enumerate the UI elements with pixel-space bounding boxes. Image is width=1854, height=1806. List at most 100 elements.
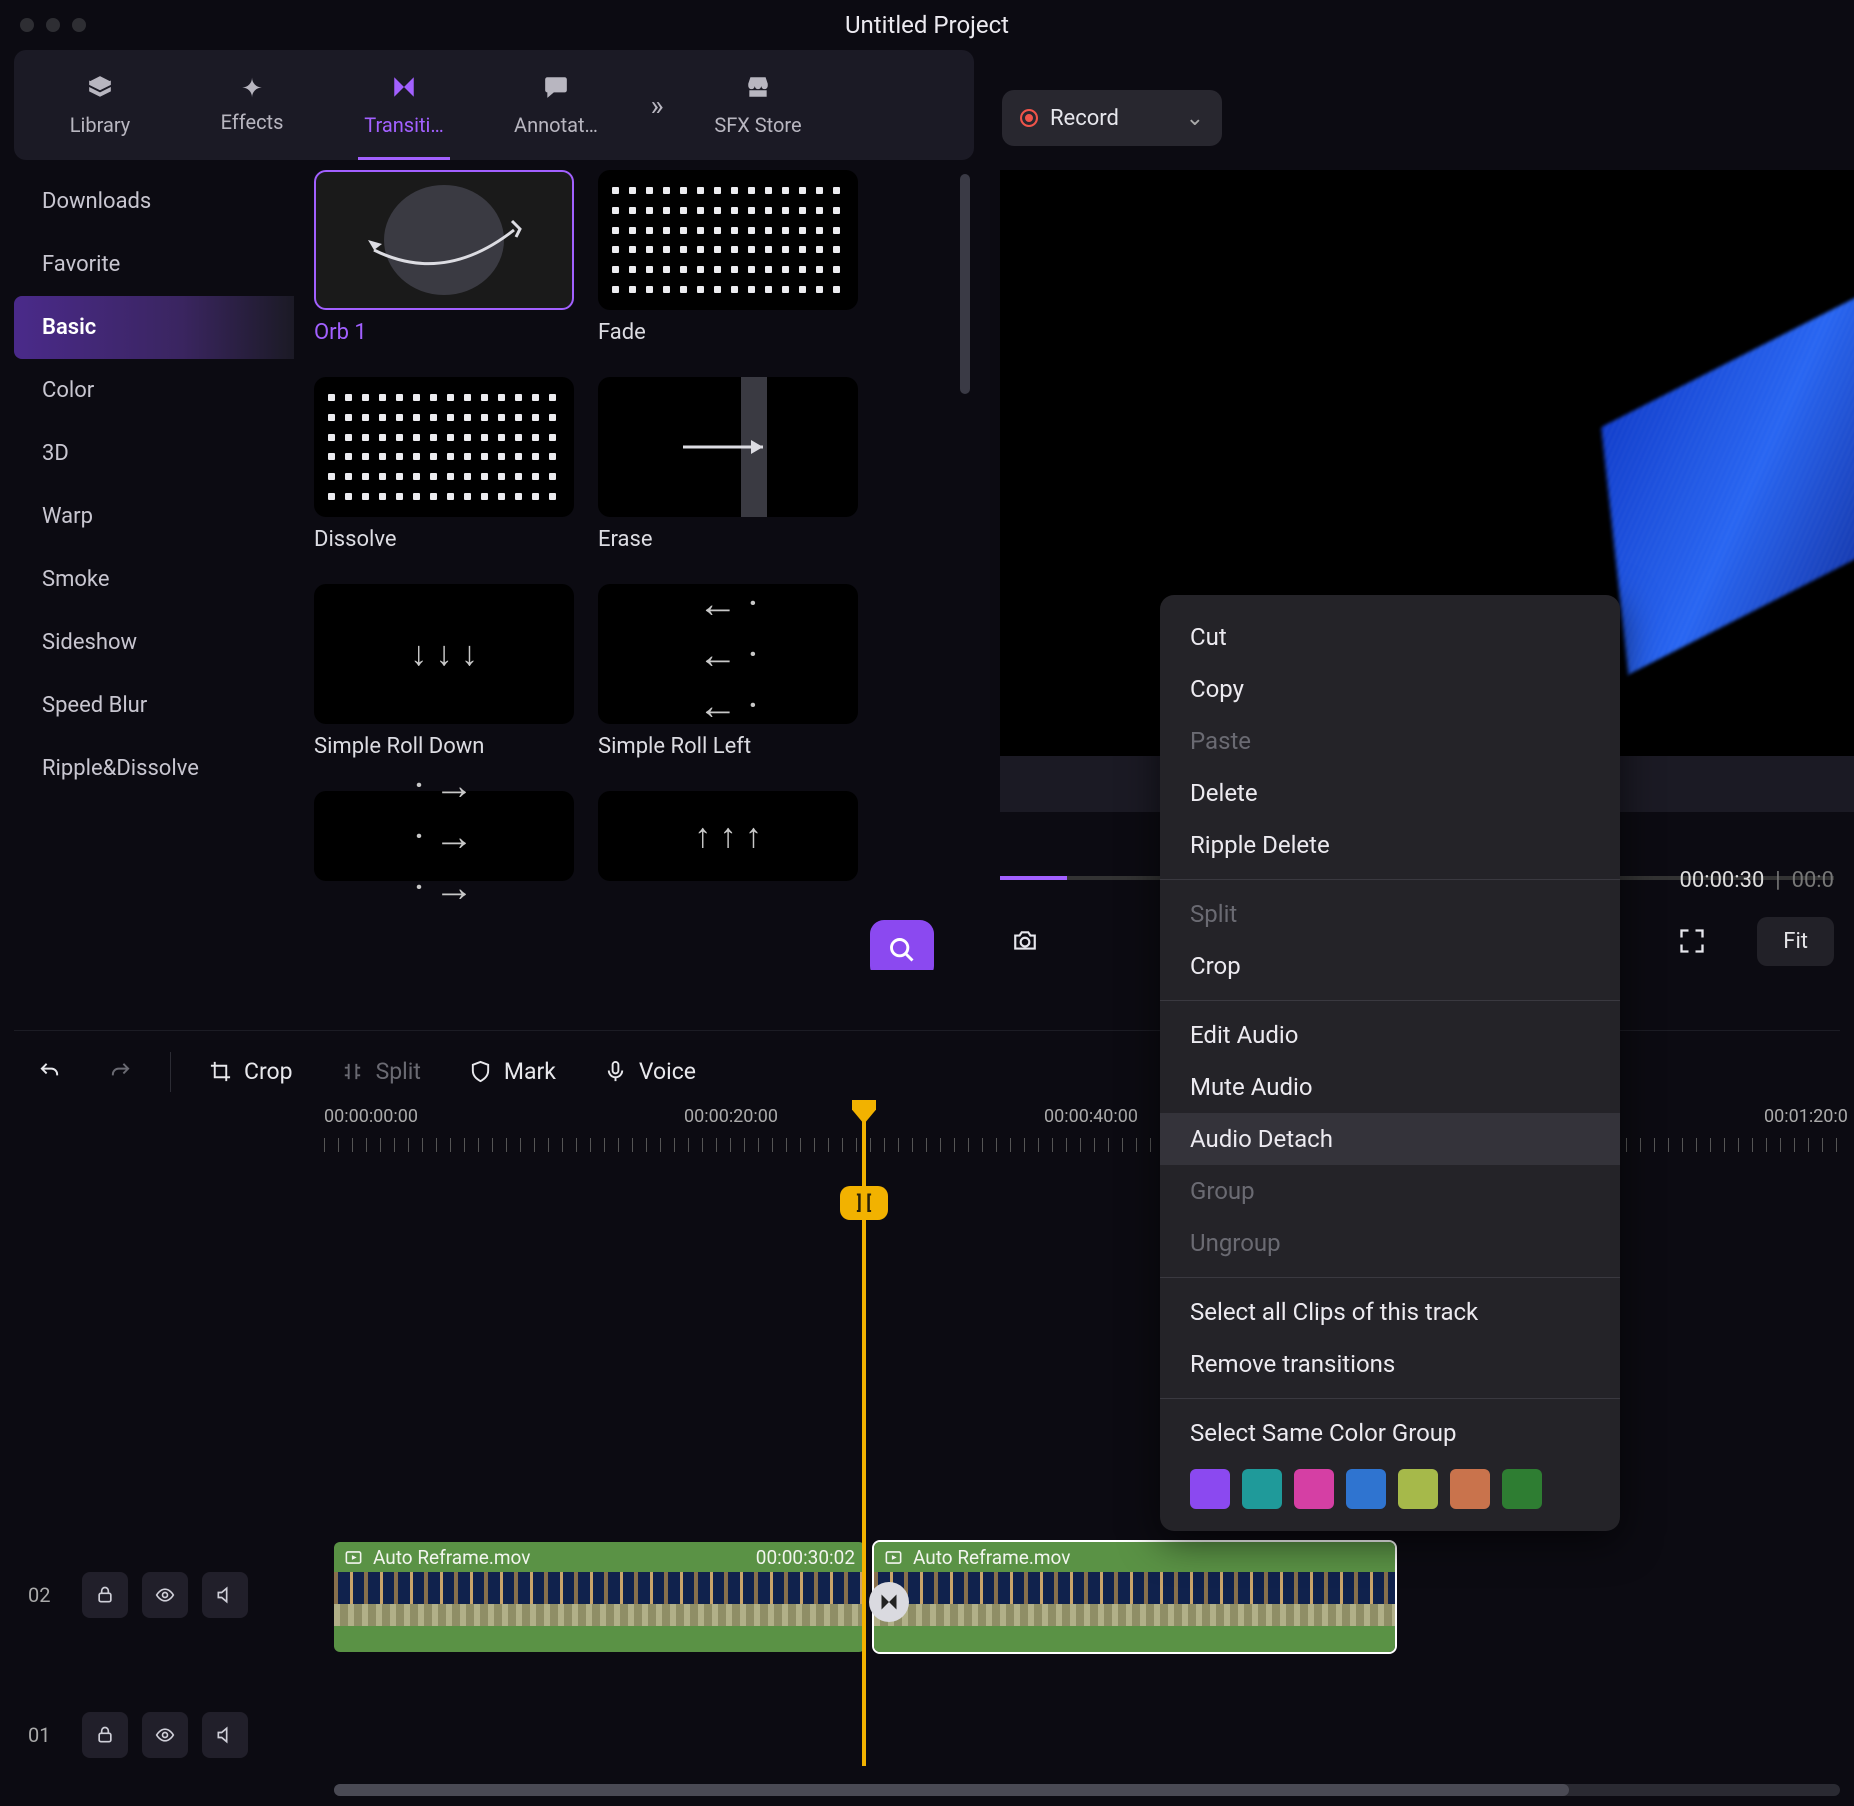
sidebar-item-ripple-dissolve[interactable]: Ripple&Dissolve <box>14 737 294 800</box>
ctx-delete[interactable]: Delete <box>1160 767 1620 819</box>
split-icon <box>341 1060 364 1083</box>
more-tabs[interactable]: » <box>632 50 682 160</box>
color-swatch-magenta[interactable] <box>1294 1469 1334 1509</box>
ctx-color-group <box>1160 1459 1620 1515</box>
ctx-audio-detach[interactable]: Audio Detach <box>1160 1113 1620 1165</box>
voice-button[interactable]: Voice <box>580 1058 720 1085</box>
transition-badge[interactable] <box>869 1582 909 1622</box>
color-swatch-blue[interactable] <box>1346 1469 1386 1509</box>
sidebar-item-3d[interactable]: 3D <box>14 422 294 485</box>
ctx-edit-audio[interactable]: Edit Audio <box>1160 1009 1620 1061</box>
fullscreen-button[interactable] <box>1667 916 1717 966</box>
speaker-icon <box>215 1725 235 1745</box>
sparkle-icon: ✦ <box>241 76 263 102</box>
color-swatch-olive[interactable] <box>1398 1469 1438 1509</box>
shield-icon <box>469 1060 492 1083</box>
color-swatch-orange[interactable] <box>1450 1469 1490 1509</box>
tab-label: Transiti… <box>364 113 443 137</box>
ctx-remove-transitions[interactable]: Remove transitions <box>1160 1338 1620 1390</box>
transition-extra-2[interactable]: ↑ ↑ ↑ <box>598 791 858 881</box>
undo-icon <box>38 1060 61 1083</box>
color-swatch-purple[interactable] <box>1190 1469 1230 1509</box>
transition-label: Erase <box>598 527 858 552</box>
sidebar-item-color[interactable]: Color <box>14 359 294 422</box>
sidebar-item-warp[interactable]: Warp <box>14 485 294 548</box>
transition-fade[interactable]: Fade <box>598 170 858 345</box>
ruler-label: 00:00:40:00 <box>1044 1106 1138 1127</box>
transition-thumbnail: ← ·← ·← · <box>598 584 858 724</box>
sidebar-item-basic[interactable]: Basic <box>14 296 294 359</box>
clip-auto-reframe-2[interactable]: Auto Reframe.mov <box>872 1540 1397 1654</box>
playhead[interactable]: ] [ <box>862 1106 866 1766</box>
clip-auto-reframe-1[interactable]: Auto Reframe.mov 00:00:30:02 <box>332 1540 867 1654</box>
sidebar-item-sideshow[interactable]: Sideshow <box>14 611 294 674</box>
search-button[interactable] <box>870 920 934 970</box>
track-lock-button[interactable] <box>82 1572 128 1618</box>
snapshot-button[interactable] <box>1000 916 1050 966</box>
ctx-cut[interactable]: Cut <box>1160 611 1620 663</box>
track-mute-button[interactable] <box>202 1572 248 1618</box>
scrollbar[interactable] <box>960 174 970 394</box>
ctx-crop[interactable]: Crop <box>1160 940 1620 992</box>
ctx-divider <box>1160 1000 1620 1001</box>
clip-name: Auto Reframe.mov <box>913 1546 1070 1569</box>
transition-simple-roll-down[interactable]: ↓ ↓ ↓ Simple Roll Down <box>314 584 574 759</box>
tab-label: SFX Store <box>714 113 801 137</box>
track-visibility-button[interactable] <box>142 1712 188 1758</box>
tab-sfx-store[interactable]: SFX Store <box>682 50 834 160</box>
transition-thumbnail <box>598 377 858 517</box>
playhead-knob[interactable]: ] [ <box>840 1186 888 1220</box>
transition-thumbnail <box>598 170 858 310</box>
tab-label: Library <box>70 113 131 137</box>
zoom-window-icon[interactable] <box>72 18 86 32</box>
transition-thumbnail: ↓ ↓ ↓ <box>314 584 574 724</box>
transition-extra-1[interactable]: · →· →· → <box>314 791 574 881</box>
fit-button[interactable]: Fit <box>1757 917 1834 966</box>
ctx-divider <box>1160 1277 1620 1278</box>
sidebar-item-speed-blur[interactable]: Speed Blur <box>14 674 294 737</box>
record-button[interactable]: Record ⌄ <box>1002 90 1222 146</box>
transition-orb-1[interactable]: Orb 1 <box>314 170 574 345</box>
track-lock-button[interactable] <box>82 1712 128 1758</box>
window-controls <box>20 18 86 32</box>
tab-effects[interactable]: ✦ Effects <box>176 50 328 160</box>
tab-transitions[interactable]: Transiti… <box>328 50 480 160</box>
color-swatch-green[interactable] <box>1502 1469 1542 1509</box>
ctx-select-all-clips[interactable]: Select all Clips of this track <box>1160 1286 1620 1338</box>
minimize-window-icon[interactable] <box>46 18 60 32</box>
color-swatch-teal[interactable] <box>1242 1469 1282 1509</box>
ctx-copy[interactable]: Copy <box>1160 663 1620 715</box>
clip-name: Auto Reframe.mov <box>373 1546 530 1569</box>
mark-button[interactable]: Mark <box>445 1058 580 1085</box>
transition-dissolve[interactable]: Dissolve <box>314 377 574 552</box>
panel-tabs: Library ✦ Effects Transiti… Annotat… » S… <box>14 50 974 160</box>
track-row: 01 <box>14 1670 1840 1800</box>
track-visibility-button[interactable] <box>142 1572 188 1618</box>
sidebar-item-favorite[interactable]: Favorite <box>14 233 294 296</box>
transition-simple-roll-left[interactable]: ← ·← ·← · Simple Roll Left <box>598 584 858 759</box>
close-window-icon[interactable] <box>20 18 34 32</box>
ctx-paste: Paste <box>1160 715 1620 767</box>
sidebar-item-downloads[interactable]: Downloads <box>14 170 294 233</box>
timeline-scrollbar[interactable] <box>334 1784 1840 1796</box>
chevron-right-double-icon: » <box>650 89 663 122</box>
redo-button[interactable] <box>85 1060 156 1083</box>
record-icon <box>1020 109 1038 127</box>
speech-bubble-icon <box>543 74 569 105</box>
tab-library[interactable]: Library <box>24 50 176 160</box>
undo-button[interactable] <box>14 1060 85 1083</box>
ctx-ripple-delete[interactable]: Ripple Delete <box>1160 819 1620 871</box>
sidebar-item-smoke[interactable]: Smoke <box>14 548 294 611</box>
crop-button[interactable]: Crop <box>185 1058 317 1085</box>
tab-label: Effects <box>221 110 284 134</box>
ctx-mute-audio[interactable]: Mute Audio <box>1160 1061 1620 1113</box>
time-readout: 00:00:30 | 00:0 <box>1680 868 1834 893</box>
track-mute-button[interactable] <box>202 1712 248 1758</box>
tab-annotations[interactable]: Annotat… <box>480 50 632 160</box>
transition-erase[interactable]: Erase <box>598 377 858 552</box>
record-label: Record <box>1050 106 1119 131</box>
split-button[interactable]: Split <box>317 1058 445 1085</box>
title-bar: Untitled Project <box>0 0 1854 50</box>
transition-label: Orb 1 <box>314 320 574 345</box>
transition-label: Fade <box>598 320 858 345</box>
